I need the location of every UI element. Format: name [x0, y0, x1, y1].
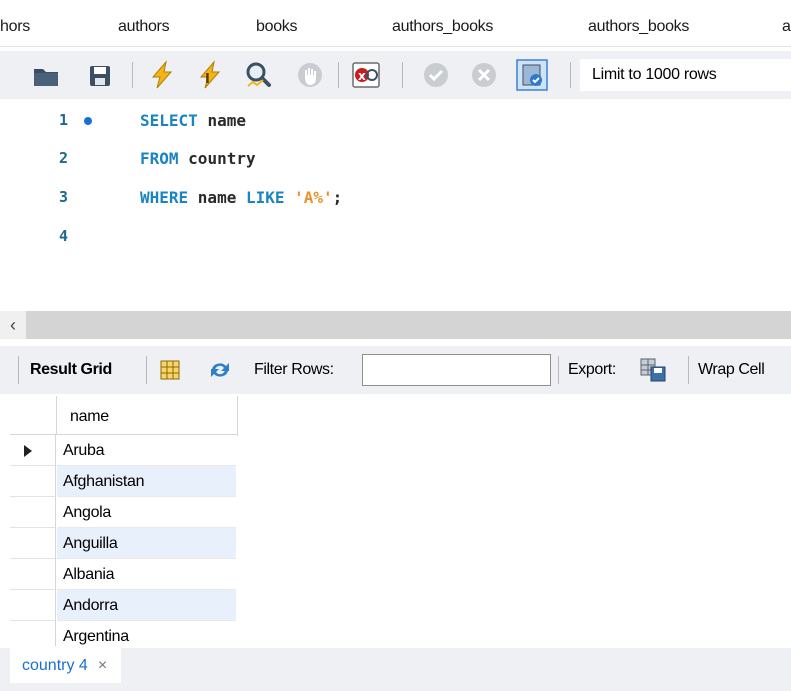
line-number: 1 [58, 111, 68, 129]
query-tab-strip: hors authors books authors_books authors… [0, 0, 791, 47]
sql-identifier: name [207, 111, 246, 130]
toolbar-separator [570, 62, 571, 88]
row-selector[interactable] [10, 590, 56, 621]
limit-rows-select[interactable]: Limit to 1000 rows [580, 59, 791, 91]
table-row[interactable]: Andorra [10, 590, 238, 621]
toolbar-separator [558, 356, 559, 384]
execute-current-icon[interactable]: I [194, 59, 226, 91]
tab-authors[interactable]: authors [118, 18, 170, 36]
tab-hors[interactable]: hors [0, 18, 30, 36]
result-tab-label: country 4 [22, 657, 88, 674]
table-row[interactable]: Albania [10, 559, 238, 590]
table-cell[interactable]: Angola [57, 497, 236, 528]
toolbar-separator [688, 356, 689, 384]
grid-column-divider [237, 396, 238, 436]
editor-toolbar: I x Limit to 1000 rows [0, 51, 791, 99]
line-number: 3 [58, 188, 68, 206]
refresh-icon[interactable] [208, 359, 232, 381]
row-selector[interactable] [10, 497, 56, 528]
svg-text:x: x [358, 69, 366, 83]
editor-line: 2 FROM country [0, 149, 791, 175]
close-icon[interactable]: × [98, 657, 107, 674]
editor-line: 4 [0, 227, 791, 253]
table-cell[interactable]: Afghanistan [57, 466, 236, 497]
sql-keyword: LIKE [245, 188, 295, 207]
save-icon[interactable] [84, 59, 116, 91]
row-header-corner [10, 396, 57, 434]
sql-identifier: ; [332, 188, 343, 207]
toolbar-separator [132, 62, 133, 88]
grid-header: name [10, 396, 238, 435]
current-row-arrow-icon [24, 445, 32, 457]
table-cell[interactable]: Andorra [57, 590, 236, 621]
result-toolbar: Result Grid Filter Rows: Export: Wrap Ce… [0, 346, 791, 394]
table-row[interactable]: Afghanistan [10, 466, 238, 497]
table-row[interactable]: Aruba [10, 435, 238, 466]
table-row[interactable]: Anguilla [10, 528, 238, 559]
table-cell[interactable]: Argentina [57, 621, 236, 646]
sql-keyword: FROM [140, 149, 189, 168]
result-tab-country[interactable]: country 4 × [10, 648, 122, 683]
row-selector[interactable] [10, 528, 56, 559]
editor-horizontal-scrollbar[interactable]: ‹ [0, 311, 791, 339]
tab-authors-books-1[interactable]: authors_books [392, 18, 493, 36]
commit-icon[interactable] [420, 59, 452, 91]
toolbar-separator [146, 356, 147, 384]
editor-line: 3 WHERE name LIKE 'A%'; [0, 188, 791, 214]
grid-layout-icon[interactable] [160, 360, 180, 380]
table-cell[interactable]: Aruba [57, 435, 236, 466]
result-tabs-bar: country 4 × [0, 648, 791, 691]
result-grid[interactable]: name Aruba Afghanistan Angola Anguilla A… [10, 396, 238, 646]
line-number: 2 [58, 149, 68, 167]
toggle-error-icon[interactable]: x [350, 59, 382, 91]
wrap-cell-content-label[interactable]: Wrap Cell [698, 361, 765, 379]
explain-icon[interactable] [242, 59, 274, 91]
toolbar-separator [18, 356, 19, 384]
row-selector[interactable] [10, 559, 56, 590]
sql-identifier: name [197, 188, 246, 207]
column-header-name[interactable]: name [70, 408, 109, 426]
svg-text:I: I [205, 72, 210, 87]
sql-editor[interactable]: 1 SELECT name 2 FROM country 3 WHERE nam… [0, 99, 791, 311]
row-selector[interactable] [10, 466, 56, 497]
table-row[interactable]: Angola [10, 497, 238, 528]
tab-books[interactable]: books [256, 18, 298, 36]
export-label: Export: [568, 361, 616, 378]
rollback-icon[interactable] [468, 59, 500, 91]
statement-marker-icon [84, 117, 92, 125]
table-cell[interactable]: Albania [57, 559, 236, 590]
toolbar-separator [402, 62, 403, 88]
toolbar-separator [338, 62, 339, 88]
line-number: 4 [58, 227, 68, 245]
sql-identifier: country [188, 149, 256, 168]
editor-line: 1 SELECT name [0, 111, 791, 137]
filter-rows-input[interactable] [362, 354, 551, 386]
scroll-left-icon[interactable]: ‹ [0, 311, 26, 339]
sql-keyword: SELECT [140, 111, 208, 130]
open-folder-icon[interactable] [30, 59, 62, 91]
result-grid-tab[interactable]: Result Grid [30, 361, 112, 379]
stop-icon[interactable] [294, 59, 326, 91]
table-row[interactable]: Argentina [10, 621, 238, 646]
tab-authors-books-2[interactable]: authors_books [588, 18, 689, 36]
sql-keyword: WHERE [140, 188, 198, 207]
sql-string: 'A%' [294, 188, 333, 207]
code-text: FROM country [140, 149, 256, 168]
filter-rows-label: Filter Rows: [254, 361, 334, 378]
table-cell[interactable]: Anguilla [57, 528, 236, 559]
export-icon[interactable] [640, 357, 666, 383]
code-text: WHERE name LIKE 'A%'; [140, 188, 342, 207]
execute-icon[interactable] [146, 59, 178, 91]
code-text: SELECT name [140, 111, 246, 130]
row-selector[interactable] [10, 621, 56, 646]
row-selector[interactable] [10, 435, 56, 466]
tab-overflow[interactable]: a [782, 18, 791, 36]
autocommit-icon[interactable] [516, 59, 548, 91]
